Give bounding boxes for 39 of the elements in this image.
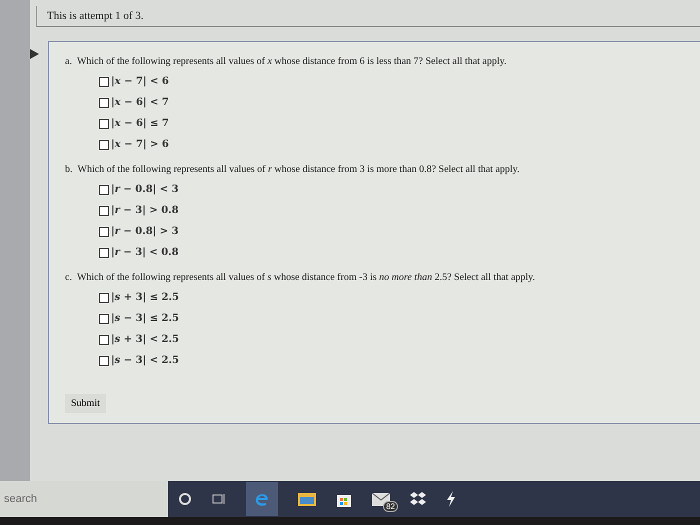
box-icon[interactable] bbox=[410, 492, 426, 506]
option-label: |r − 3| > 0.8 bbox=[111, 205, 179, 216]
option-label: |x − 6| < 7 bbox=[111, 97, 169, 108]
checkbox[interactable] bbox=[99, 206, 109, 216]
attempt-text: This is attempt 1 of 3. bbox=[47, 10, 144, 22]
question-label: a. bbox=[65, 56, 72, 67]
checkbox[interactable] bbox=[99, 248, 109, 258]
checkbox[interactable] bbox=[99, 140, 109, 150]
checkbox[interactable] bbox=[99, 76, 109, 86]
option-label: |r − 0.8| > 3 bbox=[111, 226, 179, 237]
checkbox[interactable] bbox=[99, 184, 109, 194]
task-view-icon[interactable] bbox=[212, 492, 226, 506]
search-field[interactable]: search bbox=[0, 481, 168, 517]
checkbox[interactable] bbox=[99, 98, 109, 108]
option-label: |s + 3| ≤ 2.5 bbox=[111, 292, 179, 303]
folder-icon[interactable] bbox=[298, 492, 316, 506]
lightning-icon[interactable] bbox=[446, 491, 456, 507]
option-label: |s − 3| ≤ 2.5 bbox=[111, 313, 179, 324]
checkbox[interactable] bbox=[99, 226, 109, 236]
option-label: |x − 7| > 6 bbox=[111, 139, 169, 150]
question-text: Which of the following represents all values of x whose distance from 6 is less than 7? Select all that apply. bbox=[76, 56, 506, 67]
option-label: |x − 7| < 6 bbox=[111, 76, 169, 87]
question-label: c. bbox=[65, 272, 72, 283]
checkbox[interactable] bbox=[99, 334, 109, 344]
checkbox[interactable] bbox=[99, 356, 109, 366]
checkbox[interactable] bbox=[99, 292, 109, 302]
checkbox[interactable] bbox=[99, 314, 109, 324]
submit-button[interactable]: Submit bbox=[65, 394, 106, 413]
question-text: Which of the following represents all values of r whose distance from 3 is more than 0.8? Select all that apply. bbox=[78, 164, 520, 175]
option-label: |s + 3| < 2.5 bbox=[111, 334, 179, 345]
question-label: b. bbox=[65, 164, 72, 175]
option-label: |x − 6| ≤ 7 bbox=[111, 118, 169, 129]
option-label: |r − 0.8| < 3 bbox=[111, 184, 179, 195]
mail-badge: 82 bbox=[383, 500, 398, 512]
option-label: |r − 3| < 0.8 bbox=[111, 247, 179, 258]
option-label: |s − 3| < 2.5 bbox=[111, 355, 179, 366]
question-text: Which of the following represents all values of s whose distance from -3 is no more than 2.5? Select all that apply. bbox=[76, 272, 536, 283]
checkbox[interactable] bbox=[99, 118, 109, 128]
circle-icon[interactable] bbox=[178, 492, 192, 506]
